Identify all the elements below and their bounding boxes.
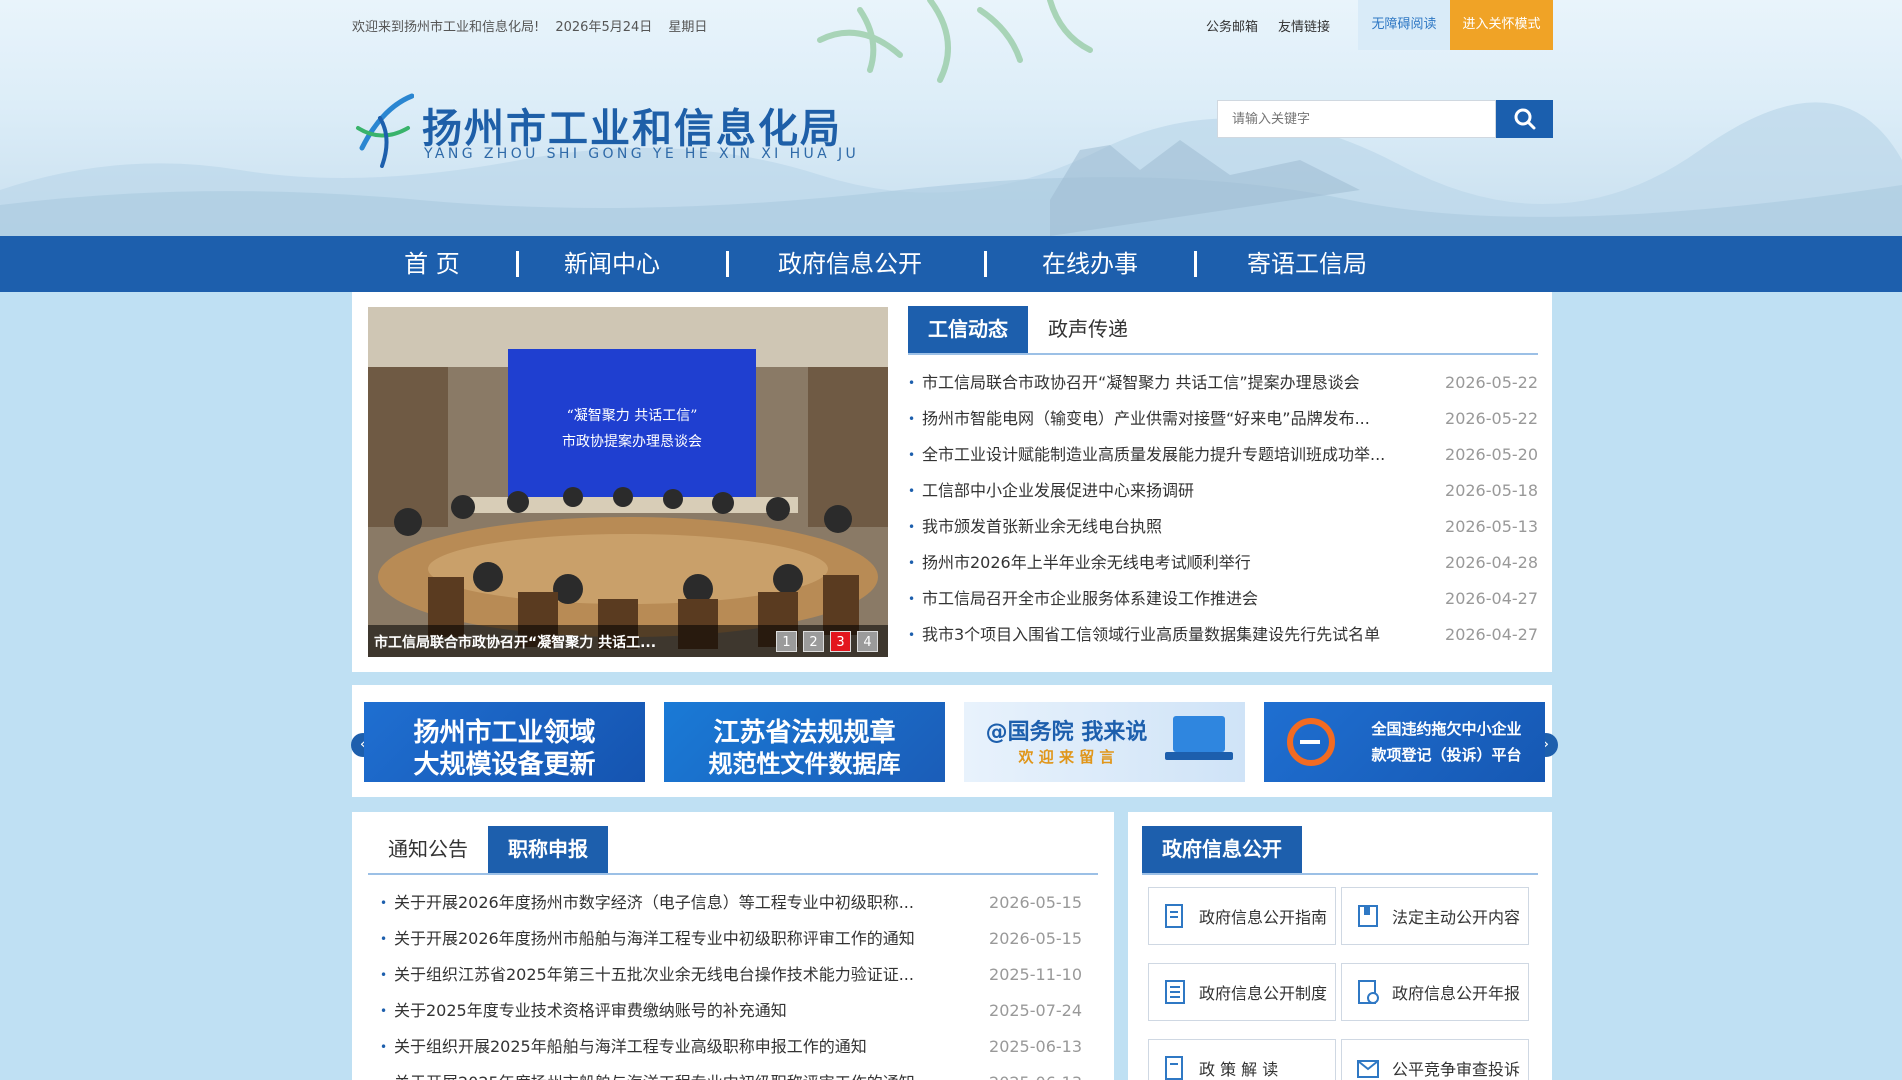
nav-news-center[interactable]: 新闻中心 xyxy=(552,236,672,292)
gov-info-header: 政府信息公开 xyxy=(1142,826,1302,873)
news-slideshow[interactable]: “凝智聚力 共话工信” 市政协提案办理恳谈会 市工信局联合市政协召开“凝智聚力 … xyxy=(368,307,888,657)
current-date: 2026年5月24日 xyxy=(555,20,653,35)
banner-equipment-upgrade[interactable]: 扬州市工业领域 大规模设备更新 xyxy=(364,702,645,782)
report-icon xyxy=(1358,980,1379,1004)
slide-pagination: 1 2 3 4 xyxy=(776,631,878,652)
logo-emblem-icon xyxy=(356,93,414,168)
tab-government-voice[interactable]: 政声传递 xyxy=(1028,306,1148,353)
list-item[interactable]: • 我市颁发首张新业余无线电台执照 2026-05-13 xyxy=(908,509,1538,545)
list-item[interactable]: • 关于开展2026年度扬州市数字经济（电子信息）等工程专业中初级职称... 202… xyxy=(380,885,1082,921)
news-tab-underline xyxy=(908,353,1538,355)
welcome-text: 欢迎来到扬州市工业和信息化局! xyxy=(352,20,540,35)
book-icon xyxy=(1358,905,1378,927)
policy-interpretation-button[interactable]: 政 策 解 读 xyxy=(1148,1039,1336,1080)
list-item[interactable]: • 扬州市2026年上半年业余无线电考试顺利举行 2026-04-28 xyxy=(908,545,1538,581)
list-item[interactable]: • 市工信局召开全市企业服务体系建设工作推进会 2026-04-27 xyxy=(908,581,1538,617)
banner-state-council-message[interactable]: @国务院 我来说 欢 迎 来 留 言 xyxy=(964,702,1245,782)
slide-page-4[interactable]: 4 xyxy=(857,631,878,652)
tab-title-application[interactable]: 职称申报 xyxy=(488,826,608,873)
slide-screen-line2: 市政协提案办理恳谈会 xyxy=(562,434,702,450)
slide-page-3[interactable]: 3 xyxy=(830,631,851,652)
friend-links-link[interactable]: 友情链接 xyxy=(1278,16,1330,35)
list-item[interactable]: • 扬州市智能电网（输变电）产业供需对接暨“好来电”品牌发布... 2026-05-… xyxy=(908,401,1538,437)
search-bar xyxy=(1217,100,1553,138)
care-mode-button[interactable]: 进入关怀模式 xyxy=(1450,0,1553,50)
list-item[interactable]: •关于开展2025年度扬州市船舶与海洋工程专业中初级职称评审工作的通知2025-… xyxy=(380,1065,1082,1080)
current-weekday: 星期日 xyxy=(668,20,708,35)
statutory-disclosure-button[interactable]: 法定主动公开内容 xyxy=(1341,887,1529,945)
landscape-background xyxy=(0,0,1902,236)
welcome-bar: 欢迎来到扬州市工业和信息化局! 2026年5月24日 星期日 xyxy=(352,16,719,35)
tab-notices[interactable]: 通知公告 xyxy=(368,826,488,873)
accessible-reading-button[interactable]: 无障碍阅读 xyxy=(1358,0,1450,50)
gov-info-annual-report-button[interactable]: 政府信息公开年报 xyxy=(1341,963,1529,1021)
gov-info-title[interactable]: 政府信息公开 xyxy=(1142,826,1302,873)
logo-subtitle: YANG ZHOU SHI GONG YE HE XIN XI HUA JU xyxy=(424,146,860,162)
list-item[interactable]: • 工信部中小企业发展促进中心来扬调研 2026-05-18 xyxy=(908,473,1538,509)
list-item[interactable]: • 关于2025年度专业技术资格评审费缴纳账号的补充通知 2025-07-24 xyxy=(380,993,1082,1029)
list-item[interactable]: • 全市工业设计赋能制造业高质量发展能力提升专题培训班成功举... 2026-05-… xyxy=(908,437,1538,473)
slide-page-1[interactable]: 1 xyxy=(776,631,797,652)
nav-separator xyxy=(726,251,729,277)
laptop-icon xyxy=(1165,716,1233,760)
official-mail-link[interactable]: 公务邮箱 xyxy=(1206,16,1258,35)
list-item[interactable]: • 市工信局联合市政协召开“凝智聚力 共话工信”提案办理恳谈会 2026-05-22 xyxy=(908,365,1538,401)
list-item[interactable]: • 关于开展2026年度扬州市船舶与海洋工程专业中初级职称评审工作的通知 2026-… xyxy=(380,921,1082,957)
notice-tab-underline xyxy=(368,873,1098,875)
list-item[interactable]: • 关于组织开展2025年船舶与海洋工程专业高级职称申报工作的通知 2025-06-… xyxy=(380,1029,1082,1065)
slide-caption-bar: 市工信局联合市政协召开“凝智聚力 共话工... 1 2 3 4 xyxy=(368,625,888,657)
policy-icon xyxy=(1165,1056,1183,1080)
main-nav: 首 页 新闻中心 政府信息公开 在线办事 寄语工信局 xyxy=(0,236,1902,292)
nav-online-service[interactable]: 在线办事 xyxy=(1030,236,1150,292)
slide-caption[interactable]: 市工信局联合市政协召开“凝智聚力 共话工... xyxy=(374,632,656,652)
site-header: 欢迎来到扬州市工业和信息化局! 2026年5月24日 星期日 公务邮箱 友情链接… xyxy=(0,0,1902,236)
list-item[interactable]: • 关于组织江苏省2025年第三十五批次业余无线电台操作技术能力验证证... 202… xyxy=(380,957,1082,993)
slide-screen-line1: “凝智聚力 共话工信” xyxy=(566,408,698,424)
slide-photo xyxy=(368,307,888,657)
search-button[interactable] xyxy=(1496,100,1553,138)
banner-arrears-complaint[interactable]: 全国违约拖欠中小企业 款项登记（投诉）平台 xyxy=(1264,702,1545,782)
search-icon xyxy=(1514,108,1536,130)
top-links: 公务邮箱 友情链接 xyxy=(1206,0,1350,50)
mail-icon xyxy=(1357,1060,1379,1078)
nav-home[interactable]: 首 页 xyxy=(382,236,482,292)
nav-separator xyxy=(1194,251,1197,277)
banner-regulation-database[interactable]: 江苏省法规规章 规范性文件数据库 xyxy=(664,702,945,782)
list-item[interactable]: • 我市3个项目入围省工信领域行业高质量数据集建设先行先试名单 2026-04-27 xyxy=(908,617,1538,653)
news-tabs: 工信动态 政声传递 xyxy=(908,306,1148,353)
document-guide-icon xyxy=(1165,904,1183,928)
nav-separator xyxy=(516,251,519,277)
nav-gov-info[interactable]: 政府信息公开 xyxy=(770,236,930,292)
gov-info-system-button[interactable]: 政府信息公开制度 xyxy=(1148,963,1336,1021)
nav-separator xyxy=(984,251,987,277)
gov-info-guide-button[interactable]: 政府信息公开指南 xyxy=(1148,887,1336,945)
search-input[interactable] xyxy=(1217,100,1497,138)
tab-industry-news[interactable]: 工信动态 xyxy=(908,306,1028,353)
nav-message-bureau[interactable]: 寄语工信局 xyxy=(1232,236,1382,292)
fair-competition-complaint-button[interactable]: 公平竞争审查投诉 xyxy=(1341,1039,1529,1080)
slide-page-2[interactable]: 2 xyxy=(803,631,824,652)
news-list: • 市工信局联合市政协召开“凝智聚力 共话工信”提案办理恳谈会 2026-05-22… xyxy=(908,365,1538,653)
gov-info-underline xyxy=(1142,873,1538,875)
notice-list: • 关于开展2026年度扬州市数字经济（电子信息）等工程专业中初级职称... 202… xyxy=(380,885,1082,1080)
notice-tabs: 通知公告 职称申报 xyxy=(368,826,608,873)
list-document-icon xyxy=(1165,980,1185,1004)
site-logo[interactable]: 扬州市工业和信息化局 YANG ZHOU SHI GONG YE HE XIN … xyxy=(352,86,856,172)
